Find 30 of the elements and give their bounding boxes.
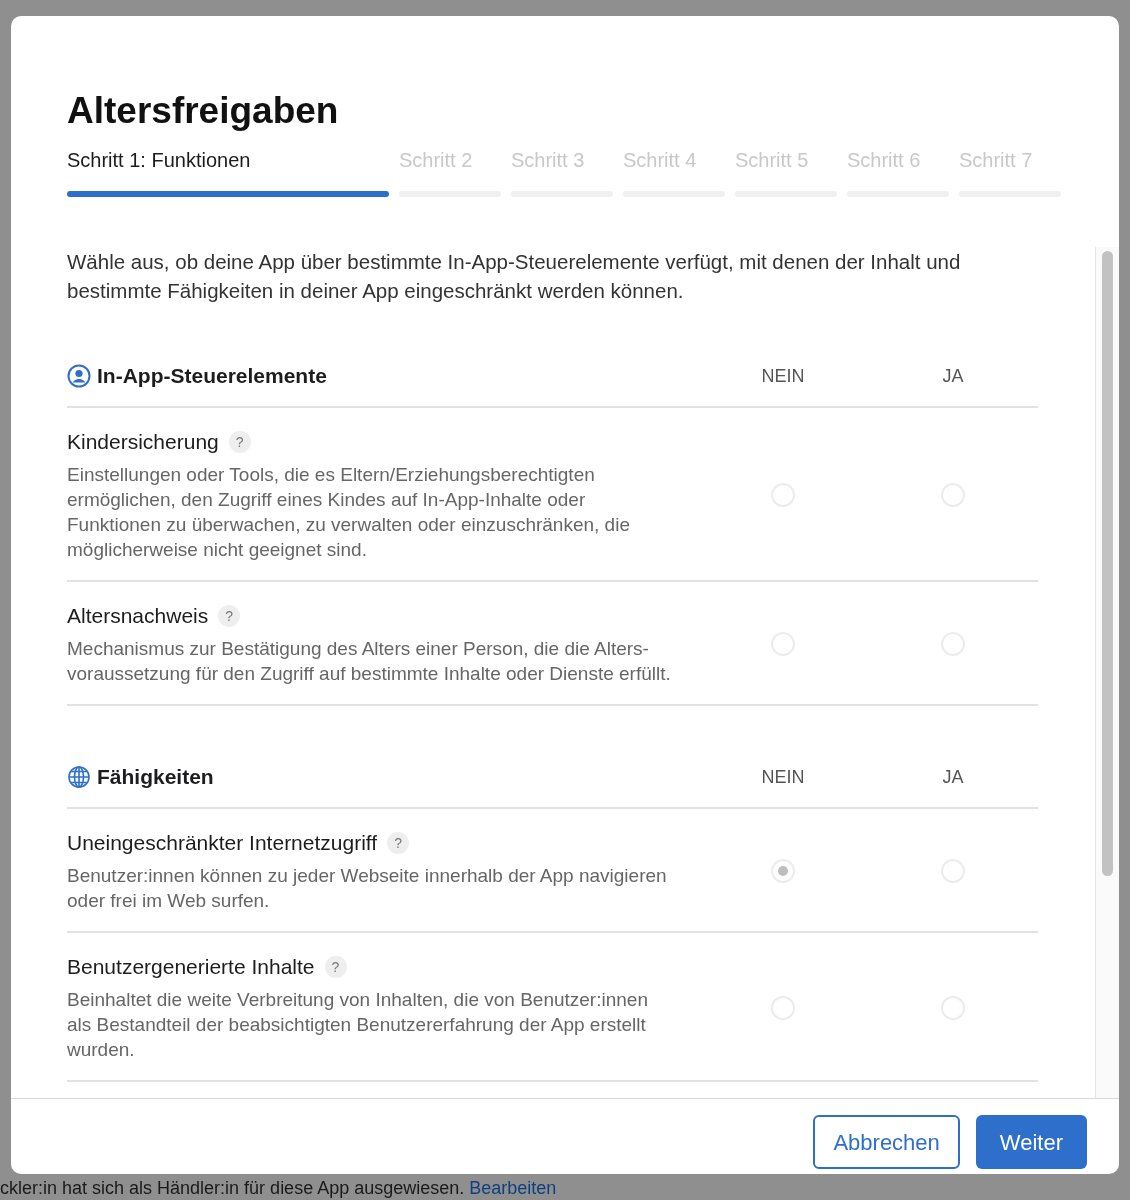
- user-circle-icon: [67, 364, 91, 388]
- help-button[interactable]: ?: [218, 605, 241, 627]
- edit-link[interactable]: Bearbeiten: [469, 1178, 557, 1198]
- question-title: Kindersicherung: [67, 429, 219, 455]
- question-description: Einstellungen oder Tools, die es Eltern/Erziehungsberechtigten ermöglichen, den Zugriff eines Kindes auf In-App-Inhalte oder Funktionen zu überwachen, zu verwalten oder einzuschränken, die möglicherweise nicht geeignet sind.: [67, 463, 631, 562]
- column-header: NEIN: [760, 364, 806, 388]
- help-button[interactable]: ?: [228, 431, 251, 453]
- scrollbar[interactable]: [1095, 247, 1119, 1098]
- question-title: Benutzergenerierte Inhalte: [67, 954, 315, 980]
- question-description: Mechanismus zur Bestätigung des Alters einer Person, die die Alters-voraussetzung für den Zugriff auf bestimmte Inhalte oder Dienste erfüllt.: [67, 637, 672, 686]
- question-description: Benutzer:innen können zu jeder Webseite innerhalb der App navigieren oder frei im Web surfen.: [67, 864, 668, 913]
- section-title: In-App-Steuerelemente: [97, 363, 328, 390]
- question-title: Altersnachweis: [67, 603, 209, 629]
- next-button[interactable]: Weiter: [975, 1115, 1087, 1169]
- question-description: Beinhaltet die weite Verbreitung von Inhalten, die von Benutzer:innen als Bestandteil der beabsichtigten Benutzererfahrung der App erstellt wurden.: [67, 988, 649, 1062]
- question-title: Uneingeschränkter Internetzugriff: [67, 830, 378, 856]
- intro-text: Wähle aus, ob deine App über bestimmte In-App-Steuerelemente verfügt, mit denen der Inhalt und bestimmte Fähigkeiten in deiner App eingeschränkt werden können.: [67, 249, 962, 304]
- cancel-button[interactable]: Abbrechen: [813, 1115, 960, 1169]
- section-title: Fähigkeiten: [97, 764, 215, 791]
- column-header: NEIN: [760, 765, 806, 789]
- radio-button[interactable]: [771, 859, 795, 883]
- globe-icon: [67, 765, 91, 789]
- help-button[interactable]: ?: [387, 832, 410, 854]
- column-header: JA: [941, 364, 965, 388]
- help-button[interactable]: ?: [324, 956, 347, 978]
- background-text: ckler:in hat sich als Händler:in für diese App ausgewiesen.: [0, 1178, 466, 1198]
- column-header: JA: [941, 765, 965, 789]
- scrollbar-thumb[interactable]: [1102, 251, 1113, 876]
- dialog-title: Altersfreigaben: [67, 89, 340, 133]
- step-tab[interactable]: Schritt 1: Funktionen: [67, 146, 389, 174]
